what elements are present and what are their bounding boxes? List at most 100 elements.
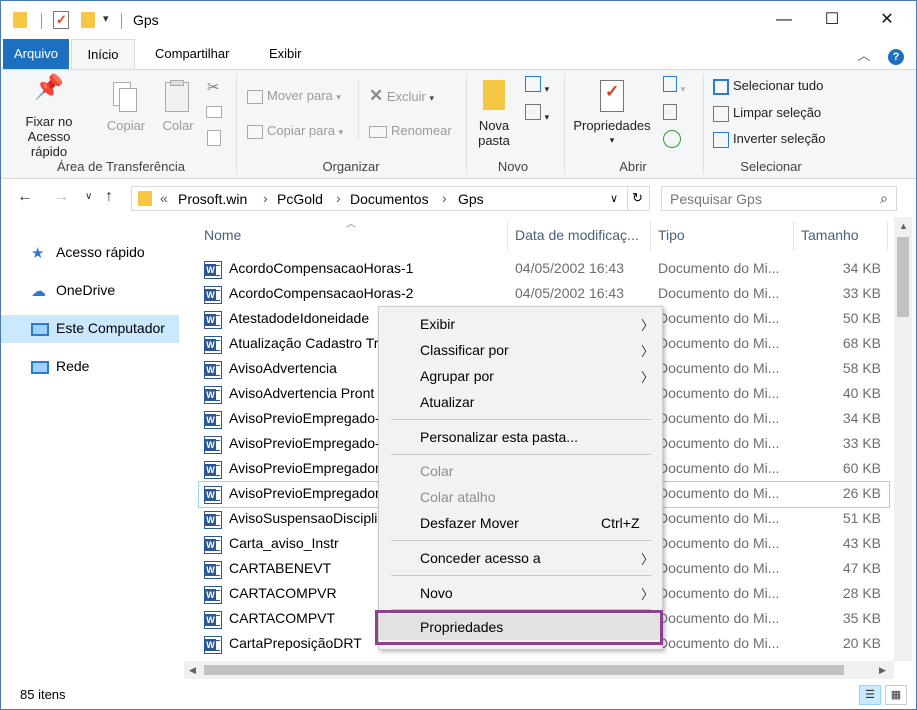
close-button[interactable]: ✕ bbox=[864, 1, 910, 39]
chevron-right-icon[interactable]: › bbox=[442, 190, 447, 206]
tab-view[interactable]: Exibir bbox=[259, 39, 312, 69]
chevron-right-icon[interactable]: › bbox=[336, 190, 341, 206]
sidebar-item-network[interactable]: Rede bbox=[1, 353, 179, 381]
menu-item-paste[interactable]: Colar bbox=[379, 458, 662, 484]
scroll-right-arrow-icon[interactable]: ▶ bbox=[879, 665, 886, 676]
search-input[interactable]: Pesquisar Gps bbox=[670, 191, 762, 207]
tab-file[interactable]: Arquivo bbox=[3, 39, 69, 69]
word-document-icon bbox=[204, 286, 222, 304]
file-size: 34 KB bbox=[842, 410, 881, 426]
menu-item-grant-access[interactable]: Conceder acesso a 〉 bbox=[379, 545, 662, 571]
copy-to-icon bbox=[247, 124, 263, 139]
table-row[interactable]: AcordoCompensacaoHoras-1 04/05/2002 16:43… bbox=[199, 257, 889, 282]
status-bar: 85 itens ☰ ▦ bbox=[1, 681, 916, 709]
menu-item-group-by[interactable]: Agrupar por 〉 bbox=[379, 363, 662, 389]
select-all-button[interactable]: Selecionar tudo bbox=[713, 78, 823, 95]
address-dropdown-icon[interactable]: ∨ bbox=[610, 192, 618, 205]
forward-arrow-icon[interactable]: → bbox=[53, 188, 69, 206]
breadcrumb-item[interactable]: Documentos bbox=[350, 191, 429, 207]
new-folder-quick-icon[interactable] bbox=[81, 12, 95, 28]
maximize-button[interactable]: ☐ bbox=[809, 1, 855, 39]
file-size: 60 KB bbox=[842, 460, 881, 476]
delete-button[interactable]: ✕ Excluir ▾ bbox=[369, 86, 434, 106]
column-header-name[interactable]: Nome bbox=[204, 217, 241, 253]
recent-locations-icon[interactable]: ∨ bbox=[85, 191, 92, 202]
sidebar-item-quick-access[interactable]: ★ Acesso rápido bbox=[1, 239, 179, 267]
open-icon[interactable]: ▾ bbox=[663, 76, 685, 95]
menu-item-customize-folder[interactable]: Personalizar esta pasta... bbox=[379, 424, 662, 450]
menu-item-sort-by[interactable]: Classificar por 〉 bbox=[379, 337, 662, 363]
file-size: 51 KB bbox=[842, 510, 881, 526]
copy-path-icon[interactable] bbox=[206, 106, 222, 118]
file-size: 34 KB bbox=[842, 260, 881, 276]
column-header-size[interactable]: Tamanho bbox=[801, 217, 859, 253]
word-document-icon bbox=[204, 336, 222, 354]
file-name: Carta_aviso_Instr bbox=[229, 535, 339, 551]
word-document-icon bbox=[204, 636, 222, 654]
copy-button[interactable]: Copiar bbox=[101, 80, 151, 133]
copy-icon bbox=[101, 80, 151, 118]
refresh-icon[interactable]: ↻ bbox=[632, 190, 643, 206]
chevron-right-icon: 〉 bbox=[641, 587, 655, 602]
rename-button[interactable]: Renomear bbox=[369, 123, 452, 138]
properties-button[interactable]: ✓ Propriedades ▾ bbox=[567, 78, 657, 148]
easy-access-icon[interactable]: ▾ bbox=[525, 104, 549, 123]
properties-quick-icon[interactable]: ✓ bbox=[53, 11, 69, 29]
column-header-date[interactable]: Data de modificaç... bbox=[515, 217, 639, 253]
sidebar-item-this-pc[interactable]: Este Computador bbox=[1, 315, 179, 343]
cut-icon[interactable]: ✂ bbox=[207, 78, 220, 96]
menu-item-undo-move[interactable]: Desfazer Mover Ctrl+Z bbox=[379, 510, 662, 536]
word-document-icon bbox=[204, 511, 222, 529]
breadcrumb-item[interactable]: Gps bbox=[458, 191, 484, 207]
scroll-thumb[interactable] bbox=[204, 665, 844, 675]
move-to-button[interactable]: Mover para ▾ bbox=[247, 88, 341, 104]
large-icons-view-icon[interactable]: ▦ bbox=[885, 685, 907, 705]
edit-icon[interactable] bbox=[663, 104, 677, 120]
scroll-up-arrow-icon[interactable]: ▲ bbox=[899, 221, 908, 231]
scroll-left-arrow-icon[interactable]: ◀ bbox=[189, 665, 196, 676]
file-size: 28 KB bbox=[842, 585, 881, 601]
breadcrumb-overflow[interactable]: « bbox=[160, 190, 168, 206]
table-row[interactable]: AcordoCompensacaoHoras-2 04/05/2002 16:43… bbox=[199, 282, 889, 307]
scroll-thumb[interactable] bbox=[897, 237, 909, 317]
search-icon[interactable]: ⌕ bbox=[880, 190, 888, 207]
window-title: Gps bbox=[133, 12, 159, 28]
menu-separator bbox=[391, 540, 651, 541]
menu-item-refresh[interactable]: Atualizar bbox=[379, 389, 662, 415]
invert-selection-button[interactable]: Inverter seleção bbox=[713, 131, 826, 148]
menu-item-new[interactable]: Novo 〉 bbox=[379, 580, 662, 606]
sidebar-item-onedrive[interactable]: ☁ OneDrive bbox=[1, 277, 179, 305]
horizontal-scrollbar[interactable]: ◀ ▶ bbox=[184, 661, 894, 679]
new-folder-button[interactable]: Nova pasta bbox=[471, 78, 517, 148]
chevron-right-icon: 〉 bbox=[641, 344, 655, 359]
breadcrumb-item[interactable]: Prosoft.win bbox=[178, 191, 247, 207]
menu-item-view[interactable]: Exibir 〉 bbox=[379, 311, 662, 337]
word-document-icon bbox=[204, 611, 222, 629]
vertical-scrollbar[interactable]: ▲ bbox=[894, 217, 912, 661]
minimize-button[interactable]: — bbox=[761, 1, 807, 39]
column-header-type[interactable]: Tipo bbox=[658, 217, 685, 253]
file-type: Documento do Mi... bbox=[658, 460, 780, 476]
sort-up-icon: ︿ bbox=[346, 219, 356, 230]
copy-to-button[interactable]: Copiar para ▾ bbox=[247, 123, 343, 139]
new-item-icon[interactable]: ▾ bbox=[525, 76, 549, 95]
details-view-icon[interactable]: ☰ bbox=[859, 685, 881, 705]
back-arrow-icon[interactable]: ← bbox=[17, 188, 33, 206]
collapse-ribbon-icon[interactable]: ︿ bbox=[857, 48, 870, 63]
tab-home[interactable]: Início bbox=[71, 39, 135, 70]
chevron-right-icon[interactable]: › bbox=[263, 190, 268, 206]
search-box[interactable]: Pesquisar Gps ⌕ bbox=[661, 186, 897, 211]
paste-shortcut-icon[interactable] bbox=[207, 130, 221, 146]
up-arrow-icon[interactable]: ↑ bbox=[105, 188, 113, 206]
select-none-button[interactable]: Limpar seleção bbox=[713, 105, 821, 122]
tab-share[interactable]: Compartilhar bbox=[145, 39, 239, 69]
file-type: Documento do Mi... bbox=[658, 485, 780, 501]
paste-button[interactable]: Colar bbox=[153, 80, 203, 133]
address-bar[interactable]: « Prosoft.win › PcGold › Documentos › Gp… bbox=[131, 186, 650, 211]
breadcrumb-item[interactable]: PcGold bbox=[277, 191, 323, 207]
help-icon[interactable]: ? bbox=[888, 49, 904, 65]
menu-item-paste-shortcut[interactable]: Colar atalho bbox=[379, 484, 662, 510]
pin-quick-access-button[interactable]: 📌 Fixar no Acesso rápido bbox=[9, 76, 89, 160]
customize-quick-access-icon[interactable]: ▾ bbox=[103, 12, 109, 25]
history-icon[interactable] bbox=[663, 130, 681, 148]
